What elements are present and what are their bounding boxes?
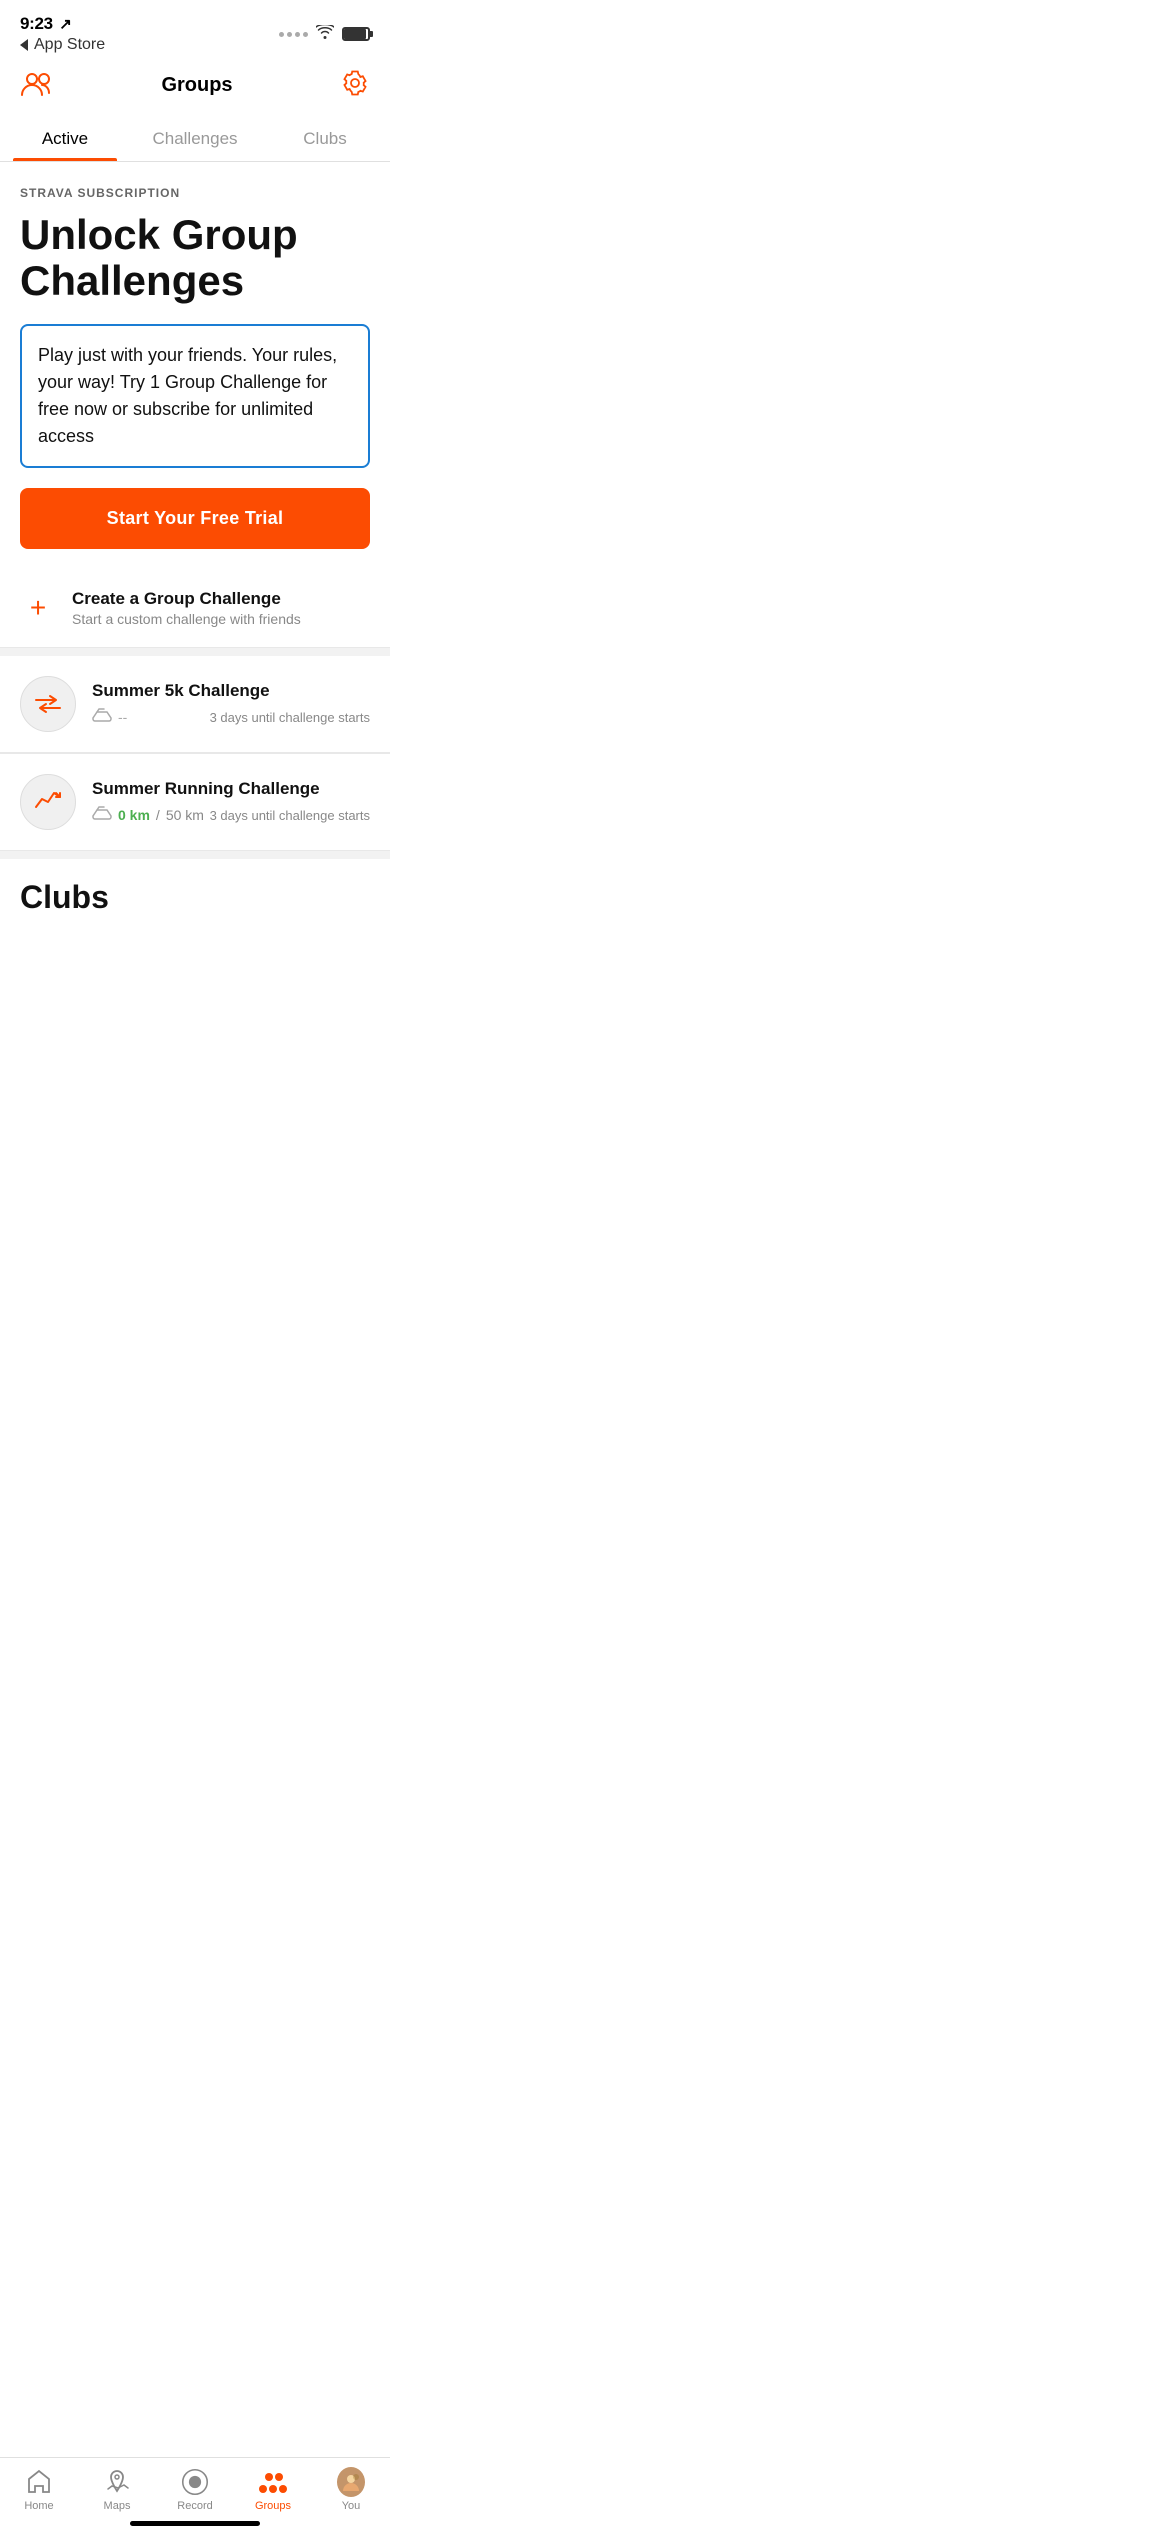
section-divider: [0, 648, 390, 656]
create-challenge-button[interactable]: + Create a Group Challenge Start a custo…: [0, 569, 390, 648]
clubs-partial: Clubs: [0, 859, 390, 916]
create-challenge-text: Create a Group Challenge Start a custom …: [72, 589, 301, 627]
signal-icon: [279, 32, 308, 37]
maps-icon: [103, 2468, 131, 2496]
subscription-description: Play just with your friends. Your rules,…: [20, 324, 370, 468]
chevron-left-icon: [20, 39, 28, 51]
challenge-item-2[interactable]: Summer Running Challenge 0 km / 50 km 3 …: [0, 754, 390, 851]
subscription-section: STRAVA SUBSCRIPTION Unlock Group Challen…: [0, 162, 390, 569]
challenge-info-2: Summer Running Challenge 0 km / 50 km 3 …: [92, 779, 370, 826]
challenge-stats-2: 0 km / 50 km: [92, 805, 204, 826]
battery-icon: [342, 27, 370, 41]
main-content: STRAVA SUBSCRIPTION Unlock Group Challen…: [0, 162, 390, 1036]
free-trial-button[interactable]: Start Your Free Trial: [20, 488, 370, 549]
status-right: [279, 25, 370, 44]
plus-icon: +: [20, 590, 56, 626]
challenge-item[interactable]: Summer 5k Challenge -- 3 days until chal…: [0, 656, 390, 753]
home-bar: [130, 2521, 260, 2526]
challenge-info-1: Summer 5k Challenge -- 3 days until chal…: [92, 681, 370, 728]
challenge-avatar-1: [20, 676, 76, 732]
wifi-icon: [316, 25, 334, 44]
shoe-icon: [92, 707, 112, 728]
status-time: 9:23 ↗: [20, 14, 105, 34]
tab-challenges[interactable]: Challenges: [130, 115, 260, 161]
nav-home[interactable]: Home: [9, 2468, 69, 2512]
status-bar: 9:23 ↗ App Store: [0, 0, 390, 60]
home-icon: [25, 2468, 53, 2496]
chart-icon: [34, 787, 62, 817]
status-left: 9:23 ↗ App Store: [20, 14, 105, 54]
challenge-stats-1: --: [92, 707, 127, 728]
groups-nav-icon: [259, 2468, 287, 2496]
tab-bar: Active Challenges Clubs: [0, 115, 390, 162]
subscription-label: STRAVA SUBSCRIPTION: [20, 186, 370, 200]
challenge-avatar-2: [20, 774, 76, 830]
groups-icon[interactable]: [20, 69, 54, 102]
nav-record[interactable]: Record: [165, 2468, 225, 2512]
tab-clubs[interactable]: Clubs: [260, 115, 390, 161]
arrows-icon: [34, 694, 62, 714]
home-indicator: [0, 2519, 390, 2532]
section-divider-2: [0, 851, 390, 859]
back-button[interactable]: App Store: [20, 36, 105, 54]
challenge-meta-2: 0 km / 50 km 3 days until challenge star…: [92, 805, 370, 826]
tab-active[interactable]: Active: [0, 115, 130, 161]
page-title: Groups: [161, 74, 232, 97]
header: Groups: [0, 60, 390, 115]
settings-icon[interactable]: [340, 68, 370, 103]
challenge-meta-1: -- 3 days until challenge starts: [92, 707, 370, 728]
you-icon: [337, 2468, 365, 2496]
subscription-title: Unlock Group Challenges: [20, 212, 370, 304]
record-icon: [181, 2468, 209, 2496]
shoe-icon-2: [92, 805, 112, 826]
nav-maps[interactable]: Maps: [87, 2468, 147, 2512]
nav-groups[interactable]: Groups: [243, 2468, 303, 2512]
nav-you[interactable]: You: [321, 2468, 381, 2512]
